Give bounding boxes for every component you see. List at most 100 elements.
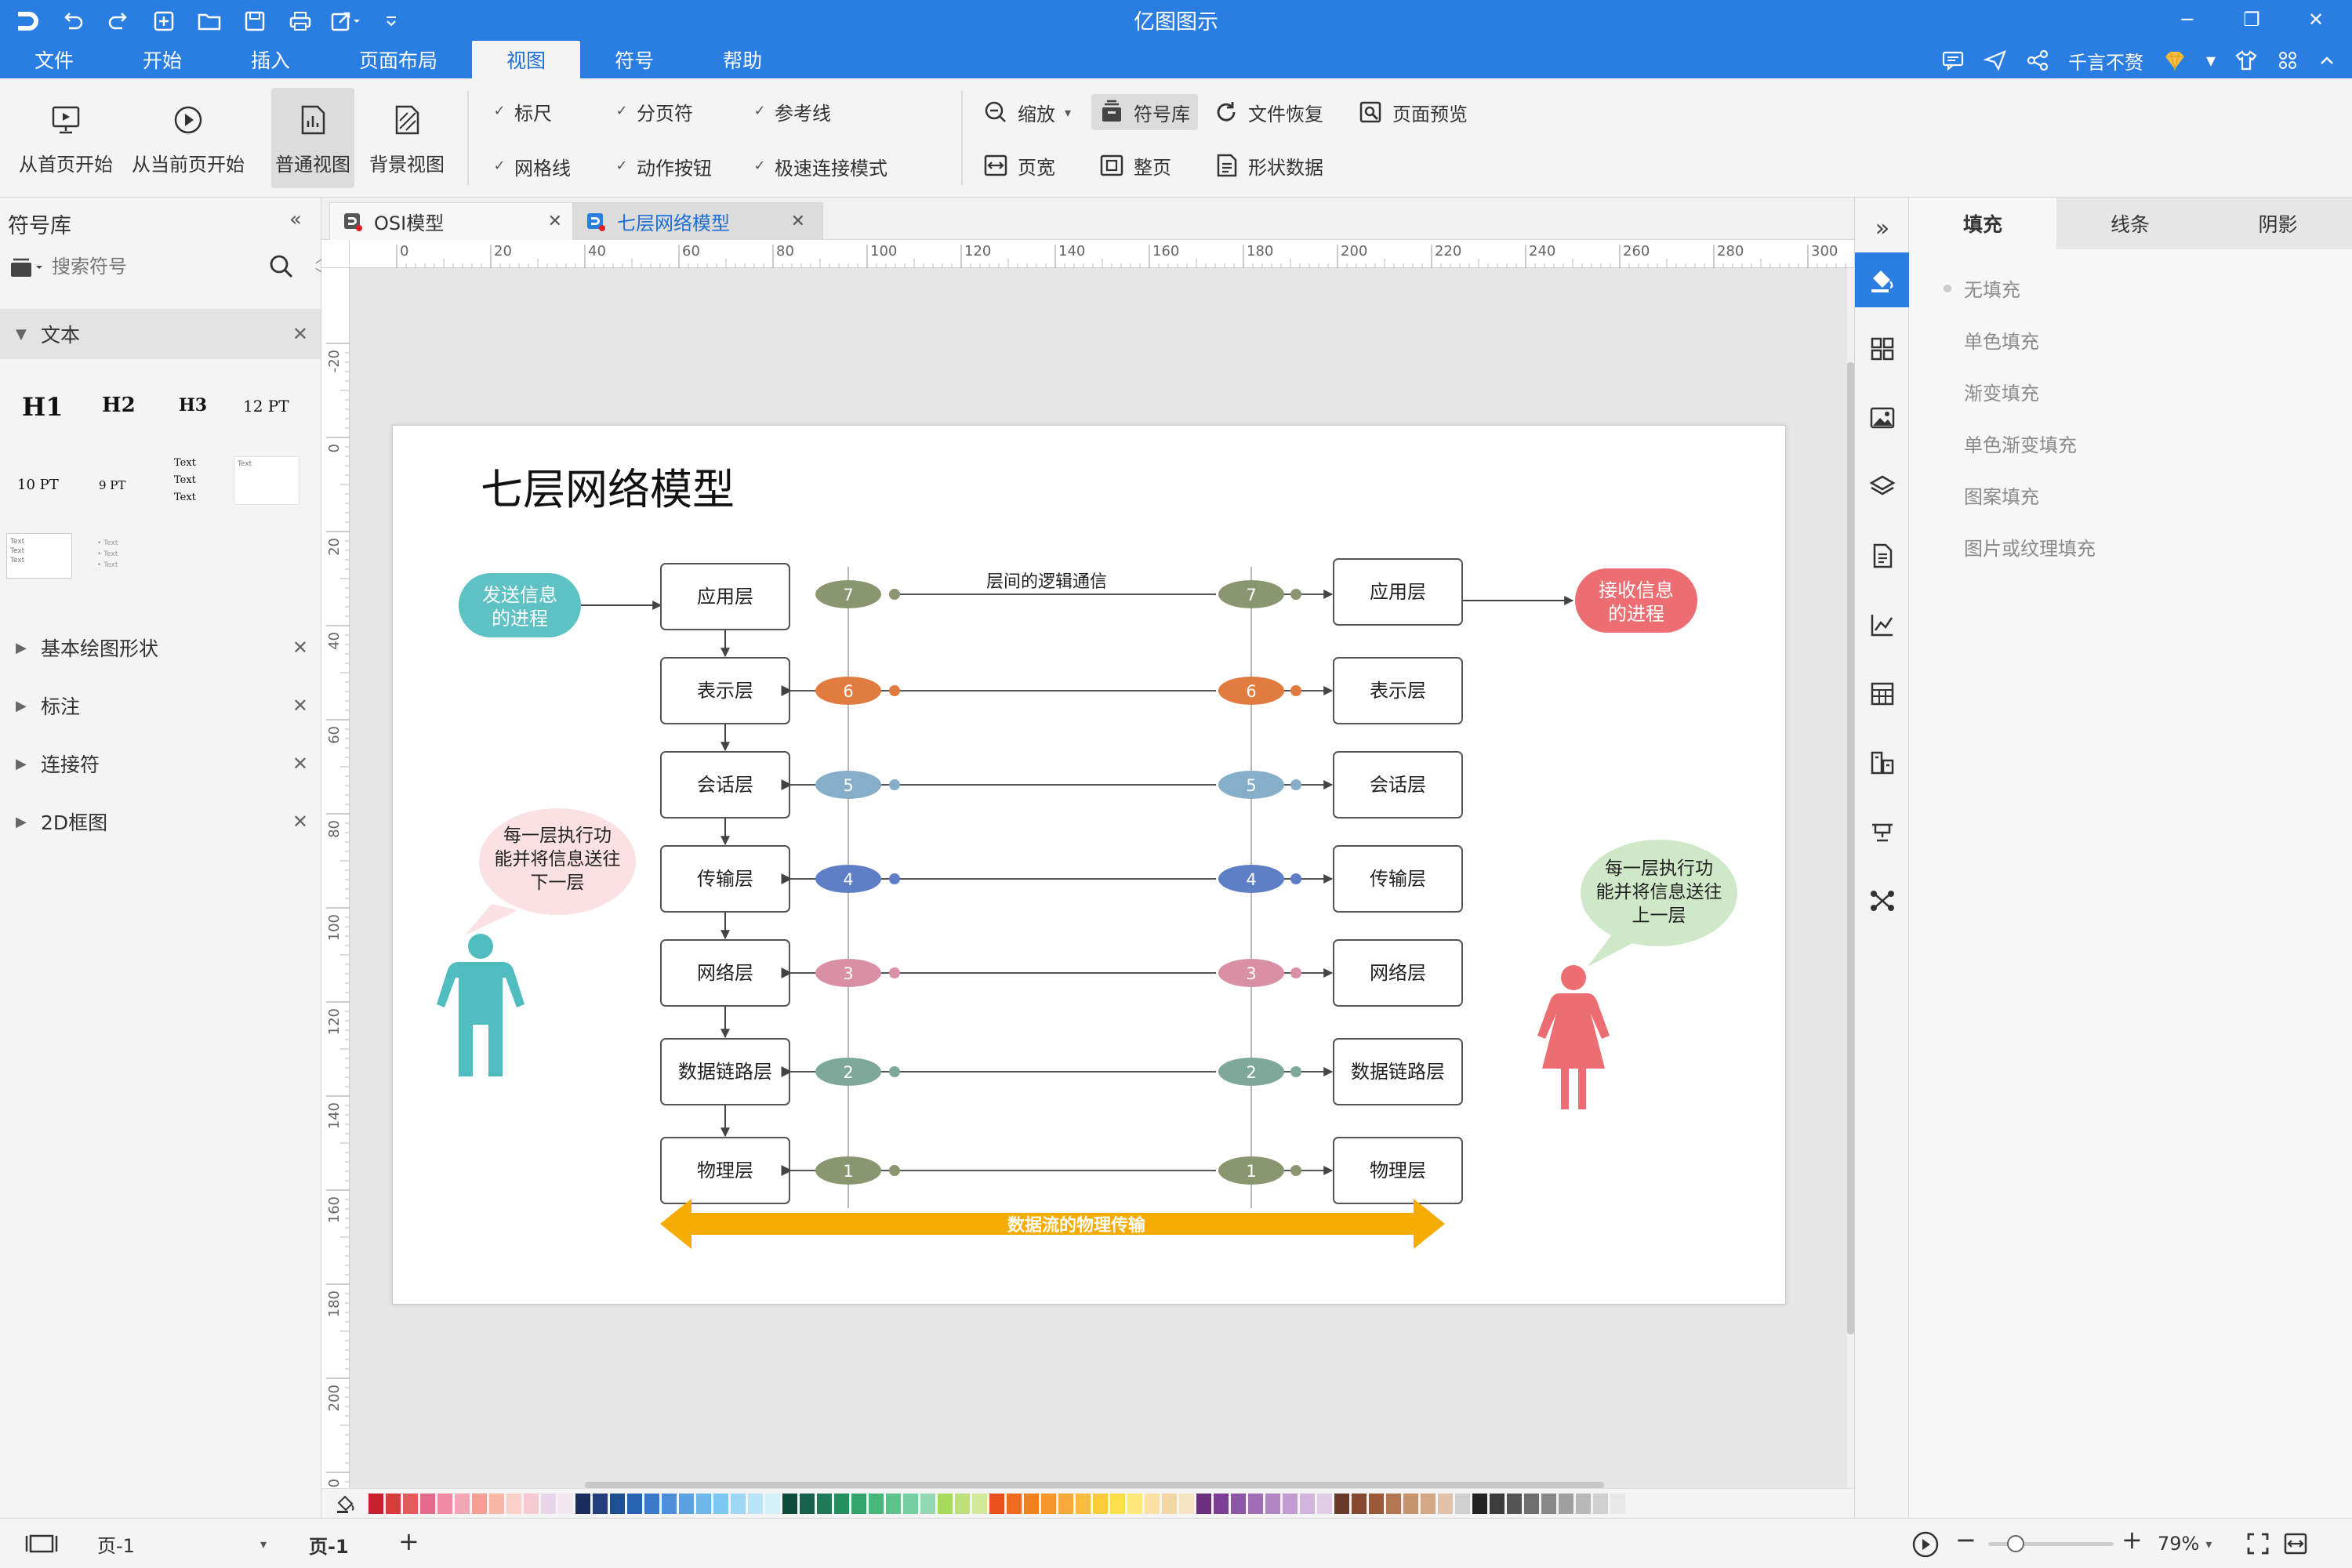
tab-line[interactable]: 线条: [2056, 198, 2204, 249]
man-figure-icon[interactable]: [437, 934, 524, 1076]
tab-seven-layer-model[interactable]: 七层网络模型 ✕: [572, 202, 823, 240]
color-swatch[interactable]: [1214, 1494, 1229, 1514]
color-swatch[interactable]: [1145, 1494, 1160, 1514]
export-icon[interactable]: [329, 5, 362, 38]
close-icon[interactable]: ✕: [292, 695, 308, 717]
zoom-level[interactable]: 79% ▾: [2158, 1530, 2212, 1558]
color-swatch[interactable]: [903, 1494, 918, 1514]
color-swatch[interactable]: [1438, 1494, 1453, 1514]
redo-icon[interactable]: [102, 5, 135, 38]
fill-panel-icon[interactable]: [1855, 252, 1910, 307]
menu-insert[interactable]: 插入: [216, 41, 325, 78]
color-swatch[interactable]: [489, 1494, 504, 1514]
color-swatch[interactable]: [1369, 1494, 1384, 1514]
layers-icon[interactable]: [1855, 459, 1910, 514]
color-swatch[interactable]: [1265, 1494, 1280, 1514]
layout-grid-icon[interactable]: [1855, 321, 1910, 376]
page-navigator-icon[interactable]: [24, 1530, 60, 1558]
chart-icon[interactable]: [1855, 597, 1910, 652]
symbol-h3[interactable]: H3: [179, 395, 207, 416]
comment-icon[interactable]: [1941, 49, 1965, 71]
color-swatch[interactable]: [765, 1494, 780, 1514]
table-icon[interactable]: [1855, 666, 1910, 721]
page-break-checkbox[interactable]: ✓ 分页符: [615, 97, 693, 125]
option-picture-fill[interactable]: 图片或纹理填充: [1944, 533, 2096, 561]
color-swatch[interactable]: [920, 1494, 935, 1514]
fit-width-icon[interactable]: [2281, 1530, 2310, 1558]
skin-shirt-icon[interactable]: [2234, 49, 2258, 71]
option-no-fill[interactable]: 无填充: [1944, 274, 2020, 302]
color-swatch[interactable]: [938, 1494, 953, 1514]
color-swatch[interactable]: [1507, 1494, 1522, 1514]
vertical-scrollbar[interactable]: [1847, 268, 1854, 1488]
symbol-bullet-list[interactable]: • Text • Text • Text: [97, 538, 118, 571]
symbol-text-block[interactable]: Text Text Text: [174, 455, 196, 506]
color-swatch[interactable]: [1231, 1494, 1246, 1514]
color-swatch[interactable]: [1490, 1494, 1504, 1514]
restore-icon[interactable]: ❐: [2223, 2, 2280, 37]
color-swatch[interactable]: [713, 1494, 728, 1514]
fullscreen-icon[interactable]: [2244, 1530, 2272, 1558]
color-swatch[interactable]: [1576, 1494, 1591, 1514]
color-swatch[interactable]: [1058, 1494, 1073, 1514]
color-swatch[interactable]: [575, 1494, 590, 1514]
menu-help[interactable]: 帮助: [688, 41, 797, 78]
page-width-button[interactable]: 页宽: [975, 147, 1063, 183]
guide-line-checkbox[interactable]: ✓ 参考线: [753, 97, 831, 125]
search-icon[interactable]: [268, 253, 295, 280]
mind-map-icon[interactable]: [1855, 873, 1910, 928]
symbol-12pt[interactable]: 12 PT: [243, 397, 289, 416]
color-swatch[interactable]: [886, 1494, 901, 1514]
color-swatch[interactable]: [403, 1494, 418, 1514]
menu-page-layout[interactable]: 页面布局: [325, 41, 472, 78]
organize-icon[interactable]: [1855, 735, 1910, 790]
drawing-canvas[interactable]: 七层网络模型 发送信息 的进程 接收信息 的进程 层间的逻辑通信 应用层 应用层 7…: [350, 268, 1851, 1488]
horizontal-scroll-thumb[interactable]: [585, 1482, 1604, 1488]
menu-view[interactable]: 视图: [472, 41, 581, 78]
color-swatch[interactable]: [455, 1494, 470, 1514]
app-logo-icon[interactable]: [11, 5, 44, 38]
color-swatch[interactable]: [1162, 1494, 1177, 1514]
customize-qat-icon[interactable]: [375, 5, 408, 38]
option-gradient-fill[interactable]: 渐变填充: [1944, 378, 2039, 405]
category-connector[interactable]: ▶ 连接符 ✕: [0, 739, 321, 789]
close-icon[interactable]: ✕: [292, 753, 308, 775]
symbol-9pt[interactable]: 9 PT: [99, 478, 125, 492]
background-view-button[interactable]: 背景视图: [362, 88, 452, 188]
color-swatch[interactable]: [386, 1494, 401, 1514]
color-swatch[interactable]: [679, 1494, 694, 1514]
start-from-current-button[interactable]: 从当前页开始: [125, 88, 251, 188]
zoom-button[interactable]: 缩放 ▾: [975, 94, 1079, 130]
collapse-panel-icon[interactable]: «: [281, 205, 310, 234]
color-swatch[interactable]: [989, 1494, 1004, 1514]
color-swatch[interactable]: [834, 1494, 849, 1514]
color-swatch[interactable]: [506, 1494, 521, 1514]
fast-connect-checkbox[interactable]: ✓ 极速连接模式: [753, 152, 887, 180]
new-file-icon[interactable]: [147, 5, 180, 38]
color-swatch[interactable]: [662, 1494, 677, 1514]
color-swatch[interactable]: [420, 1494, 435, 1514]
library-search-input[interactable]: [52, 249, 224, 284]
start-from-first-button[interactable]: 从首页开始: [11, 88, 121, 188]
expand-panel-icon[interactable]: »: [1855, 201, 1910, 256]
menu-file[interactable]: 文件: [0, 41, 108, 78]
option-pattern-fill[interactable]: 图案填充: [1944, 481, 2039, 509]
symbol-h2[interactable]: H2: [102, 394, 136, 417]
color-swatch[interactable]: [627, 1494, 642, 1514]
tab-shadow[interactable]: 阴影: [2204, 198, 2352, 249]
vertical-scroll-thumb[interactable]: [1847, 362, 1854, 1334]
color-swatch[interactable]: [731, 1494, 746, 1514]
color-swatch[interactable]: [644, 1494, 659, 1514]
color-swatch[interactable]: [437, 1494, 452, 1514]
category-2d-frame[interactable]: ▶ 2D框图 ✕: [0, 797, 321, 847]
color-swatch[interactable]: [1110, 1494, 1125, 1514]
color-swatch[interactable]: [972, 1494, 987, 1514]
color-swatch[interactable]: [1007, 1494, 1022, 1514]
color-swatch[interactable]: [610, 1494, 625, 1514]
file-recover-button[interactable]: 文件恢复: [1206, 94, 1331, 130]
color-swatch[interactable]: [1472, 1494, 1487, 1514]
color-swatch[interactable]: [1076, 1494, 1091, 1514]
color-swatch[interactable]: [1127, 1494, 1142, 1514]
color-swatch[interactable]: [541, 1494, 556, 1514]
zoom-slider[interactable]: [1988, 1535, 2114, 1552]
